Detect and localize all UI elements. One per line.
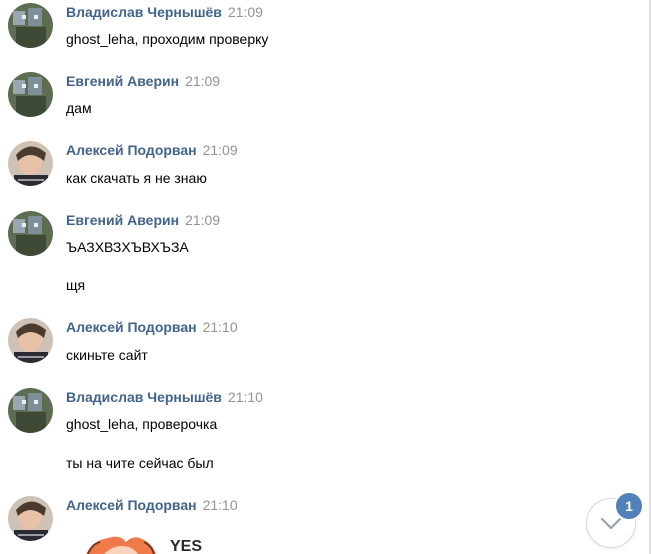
author-name[interactable]: Алексей Подорван — [66, 142, 197, 158]
message-text: скиньте сайт — [66, 347, 148, 363]
author-name[interactable]: Владислав Чернышёв — [66, 389, 222, 405]
avatar[interactable] — [8, 72, 53, 117]
author-name[interactable]: Евгений Аверин — [66, 212, 179, 228]
avatar[interactable] — [8, 3, 53, 48]
avatar[interactable] — [8, 141, 53, 186]
message-text: ЪАЗХВЗХЪВХЪЗА — [66, 239, 189, 255]
message-time[interactable]: 21:10 — [203, 319, 238, 335]
message-text: как скачать я не знаю — [66, 170, 207, 186]
avatar[interactable] — [8, 388, 53, 433]
avatar[interactable] — [8, 496, 53, 541]
author-name[interactable]: Евгений Аверин — [66, 73, 179, 89]
message-time[interactable]: 21:09 — [203, 142, 238, 158]
sticker-text: YES — [170, 538, 202, 554]
message-text: ghost_leha, проходим проверку — [66, 31, 269, 47]
message-text: щя — [66, 277, 86, 293]
message-time[interactable]: 21:10 — [228, 389, 263, 405]
author-name[interactable]: Алексей Подорван — [66, 319, 197, 335]
sticker[interactable]: YES — [86, 530, 226, 554]
message-text: дам — [66, 100, 92, 116]
avatar[interactable] — [8, 318, 53, 363]
message-time[interactable]: 21:09 — [185, 73, 220, 89]
avatar[interactable] — [8, 211, 53, 256]
message-text: ты на чите сейчас был — [66, 455, 214, 471]
author-name[interactable]: Алексей Подорван — [66, 497, 197, 513]
author-name[interactable]: Владислав Чернышёв — [66, 4, 222, 20]
message-text: ghost_leha, проверочка — [66, 416, 218, 432]
message-time[interactable]: 21:09 — [185, 212, 220, 228]
unread-count-badge: 1 — [614, 491, 644, 521]
message-time[interactable]: 21:10 — [203, 497, 238, 513]
message-time[interactable]: 21:09 — [228, 4, 263, 20]
